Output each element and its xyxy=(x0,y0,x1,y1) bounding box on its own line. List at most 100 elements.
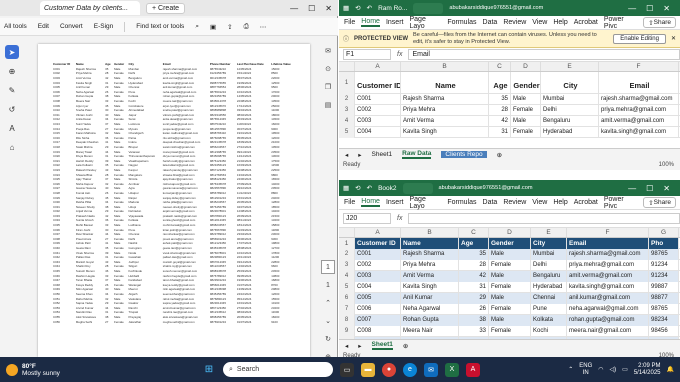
cell[interactable]: Pune xyxy=(531,303,567,315)
cell[interactable]: 98877 xyxy=(649,292,679,304)
cell[interactable]: Arjun Iyer xyxy=(401,336,459,339)
cell[interactable]: C009 xyxy=(355,336,401,339)
excel2-grid[interactable]: A B C D E F G 1 Customer ID Name Age Gender City Emai… xyxy=(339,228,680,339)
autosave-icon[interactable]: ⟲ xyxy=(355,4,360,12)
sheet-nav-right-icon[interactable]: ▸ xyxy=(358,151,361,159)
cell[interactable]: rajesh.sharma@gmail.com xyxy=(567,248,649,260)
cell[interactable]: C003 xyxy=(355,115,401,127)
rotate-icon[interactable]: ↻ xyxy=(321,332,335,346)
sheet-tab[interactable]: Sheet1 xyxy=(372,151,393,158)
cell[interactable]: Female xyxy=(489,325,531,337)
close-bar-icon[interactable]: ✕ xyxy=(671,35,676,42)
column-header-F[interactable]: F xyxy=(567,228,649,237)
header-cell[interactable]: Age xyxy=(459,237,489,249)
battery-icon[interactable]: ▭ xyxy=(622,366,628,373)
column-header-C[interactable]: C xyxy=(459,228,489,237)
select-all-corner[interactable] xyxy=(339,228,355,237)
excel2-search-box[interactable] xyxy=(402,182,433,194)
weather-widget[interactable]: 80°F Mostly sunny xyxy=(0,363,150,377)
cell[interactable]: Mumbai xyxy=(541,93,599,105)
cell[interactable]: C001 xyxy=(355,93,401,105)
cell[interactable]: Male xyxy=(489,336,531,339)
minimize-icon[interactable]: — xyxy=(628,184,636,193)
cell[interactable]: arjun.iyer@gmail.com xyxy=(567,336,649,339)
row-header-3[interactable]: 3 xyxy=(339,259,355,271)
text-tool-icon[interactable]: A xyxy=(5,121,19,135)
ribbon-tab-review[interactable]: Review xyxy=(503,199,526,206)
excel2-user[interactable]: abubakarsiddique976551@gmail.com xyxy=(439,185,533,191)
cell[interactable]: Priya Mehra xyxy=(401,259,459,271)
ribbon-tab-insert[interactable]: Insert xyxy=(386,199,404,206)
row-header-3[interactable]: 3 xyxy=(339,104,355,116)
row-header-10[interactable]: 10 xyxy=(339,336,355,339)
share-icon[interactable]: ⊙ xyxy=(321,62,335,76)
ribbon-tab-power-pivc[interactable]: Power Pivc xyxy=(604,196,637,210)
cell[interactable]: neha.agarwal@gmail.com xyxy=(567,303,649,315)
ribbon-tab-home[interactable]: Home xyxy=(361,18,380,27)
row-header-8[interactable]: 8 xyxy=(339,314,355,326)
cell[interactable]: priya.mehra@gmail.com xyxy=(599,104,679,116)
sheet-tab[interactable]: Clients Repo xyxy=(441,151,487,158)
header-cell[interactable]: Age xyxy=(489,71,511,94)
row-header-4[interactable]: 4 xyxy=(339,270,355,282)
cell[interactable]: amit.verma@gmail.com xyxy=(599,115,679,127)
pdf-tab[interactable]: Customer Data by clients... xyxy=(40,1,140,15)
cell[interactable]: Chennai xyxy=(531,292,567,304)
cell[interactable]: C003 xyxy=(355,270,401,282)
header-cell[interactable]: Email xyxy=(567,237,649,249)
cell[interactable]: C001 xyxy=(355,248,401,260)
cell[interactable]: 91234 xyxy=(649,270,679,282)
cell[interactable]: Amit Verma xyxy=(401,270,459,282)
ribbon-tab-power-pivc[interactable]: Power Pivc xyxy=(604,16,637,30)
add-sheet-icon[interactable]: ⊕ xyxy=(403,342,408,350)
cell[interactable]: Female xyxy=(511,126,541,138)
excel2-name-box[interactable]: J20 xyxy=(343,213,391,224)
comment-icon[interactable]: ✉ xyxy=(321,44,335,58)
cell[interactable]: 42 xyxy=(489,115,511,127)
sheet-nav-left-icon[interactable]: ◂ xyxy=(345,342,348,350)
ribbon-tab-data[interactable]: Data xyxy=(483,19,498,26)
cell[interactable]: 38 xyxy=(459,314,489,326)
excel1-user[interactable]: abubakarsiddique976551@gmail.com xyxy=(449,5,543,11)
cell[interactable]: Bengaluru xyxy=(531,270,567,282)
cell[interactable]: Female xyxy=(489,303,531,315)
column-header-B[interactable]: B xyxy=(401,228,459,237)
menu-esign[interactable]: E-Sign xyxy=(94,23,114,30)
select-all-corner[interactable] xyxy=(339,62,355,71)
taskbar-search[interactable]: ⌕ Search xyxy=(223,362,333,377)
outlook-icon[interactable]: ✉ xyxy=(424,362,438,377)
windows-start-icon[interactable]: ⊞ xyxy=(202,363,216,377)
ribbon-tab-acrobat[interactable]: Acrobat xyxy=(574,199,598,206)
close-icon[interactable]: ✕ xyxy=(325,4,332,13)
cell[interactable]: Delhi xyxy=(541,104,599,116)
wifi-icon[interactable]: ◠ xyxy=(598,366,603,373)
row-header-2[interactable]: 2 xyxy=(339,248,355,260)
excel1-grid[interactable]: A B C D E F 1 Customer ID Name Age Gender City Email… xyxy=(339,62,680,148)
cell[interactable]: C002 xyxy=(355,104,401,116)
header-cell[interactable]: Customer ID xyxy=(355,237,401,249)
ribbon-tab-file[interactable]: File xyxy=(344,199,355,206)
ribbon-tab-page-layo[interactable]: Page Layo xyxy=(409,16,441,30)
pen-tool-icon[interactable]: ✎ xyxy=(5,83,19,97)
lang-2[interactable]: IN xyxy=(579,370,592,377)
cell[interactable]: Hyderabad xyxy=(531,281,567,293)
ribbon-tab-view[interactable]: View xyxy=(532,19,547,26)
cell[interactable]: C004 xyxy=(355,281,401,293)
cell[interactable]: Rohan Gupta xyxy=(401,314,459,326)
cell[interactable]: Neha Agarwal xyxy=(401,303,459,315)
ribbon-tab-help[interactable]: Help xyxy=(553,199,567,206)
edge-icon[interactable]: e xyxy=(403,362,417,377)
close-icon[interactable]: ✕ xyxy=(663,4,670,13)
undo-icon[interactable]: ↶ xyxy=(367,184,372,192)
cell[interactable]: Female xyxy=(489,281,531,293)
ribbon-tab-acrobat[interactable]: Acrobat xyxy=(574,19,598,26)
column-header-G[interactable]: G xyxy=(649,228,679,237)
excel1-name-box[interactable]: F1 xyxy=(343,49,391,60)
cell[interactable]: 42 xyxy=(459,270,489,282)
cell[interactable]: Coimbatore xyxy=(531,336,567,339)
header-cell[interactable]: Customer ID xyxy=(355,71,401,94)
cell[interactable]: Female xyxy=(511,104,541,116)
ribbon-tab-home[interactable]: Home xyxy=(361,198,380,207)
cell[interactable]: Male xyxy=(489,292,531,304)
cell[interactable]: kavita.singh@gmail.com xyxy=(599,126,679,138)
